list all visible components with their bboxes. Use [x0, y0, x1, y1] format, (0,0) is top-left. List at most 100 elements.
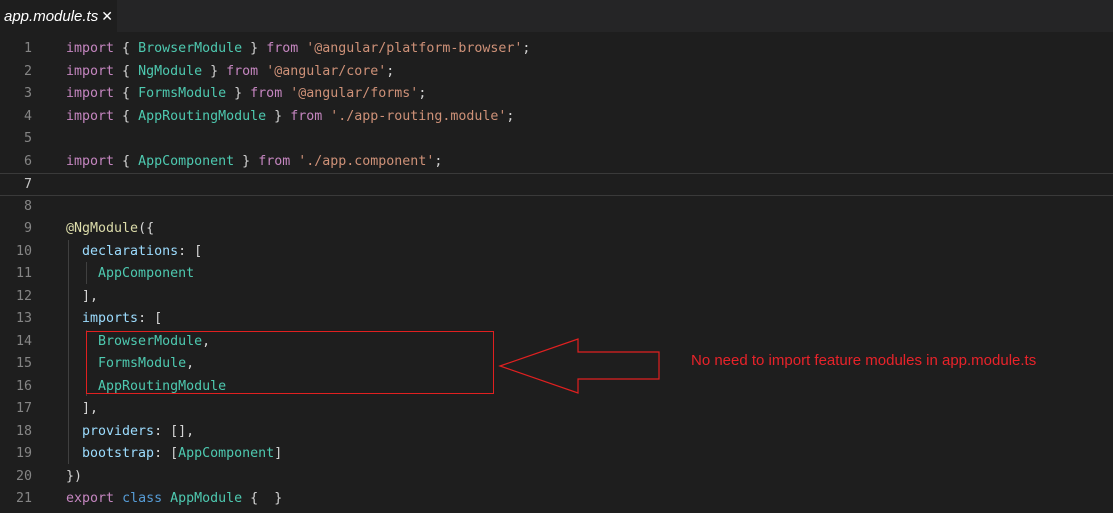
line-number: 6	[23, 153, 32, 169]
code-token: ],	[66, 401, 99, 416]
code-text: import { NgModule } from '@angular/core'…	[66, 61, 394, 84]
line-number: 21	[15, 491, 32, 506]
code-token: ;	[506, 108, 515, 124]
code-token: './app-routing.module'	[330, 108, 507, 124]
code-token: {	[114, 108, 139, 124]
code-token: from	[266, 41, 299, 56]
code-text: ],	[66, 286, 98, 309]
code-line[interactable]: 18 providers: [],	[0, 421, 1113, 444]
code-token: ]	[274, 446, 283, 461]
code-token: NgModule	[138, 63, 203, 79]
code-text: ],	[66, 398, 98, 421]
code-token: AppComponent	[138, 153, 235, 169]
code-token: from	[258, 153, 291, 169]
code-editor[interactable]: 1 import { BrowserModule } from '@angular…	[0, 38, 1113, 513]
code-token: import	[66, 108, 115, 124]
line-number: 11	[15, 266, 32, 281]
code-token: from	[250, 86, 283, 101]
code-text: })	[66, 466, 82, 489]
code-line[interactable]: 19 bootstrap: [AppComponent]	[0, 443, 1113, 466]
code-token: ;	[434, 153, 443, 169]
code-line[interactable]: 17 ],	[0, 398, 1113, 421]
line-number: 14	[15, 333, 32, 349]
tab-bar: app.module.ts ✕	[0, 0, 1113, 32]
code-token: AppComponent	[178, 446, 275, 461]
line-number: 4	[23, 108, 32, 124]
code-token: import	[66, 153, 115, 169]
code-token: export	[66, 491, 115, 506]
line-number: 18	[15, 423, 32, 439]
line-number: 9	[23, 221, 32, 236]
line-number: 5	[23, 131, 32, 146]
code-text: AppComponent	[66, 263, 194, 286]
code-line[interactable]: 9 @NgModule({	[0, 218, 1113, 241]
code-text: export class AppModule { }	[66, 488, 282, 511]
code-token: class	[122, 491, 163, 506]
code-text: import { AppRoutingModule } from './app-…	[66, 106, 514, 129]
code-line[interactable]: 21 export class AppModule { }	[0, 488, 1113, 511]
line-number: 1	[23, 41, 32, 56]
code-line[interactable]: 5	[0, 128, 1113, 151]
code-text: declarations: [	[66, 241, 202, 264]
code-token: {	[114, 63, 139, 79]
code-line[interactable]: 6 import { AppComponent } from './app.com…	[0, 151, 1113, 174]
code-token: { }	[242, 491, 283, 506]
code-line[interactable]: 11 AppComponent	[0, 263, 1113, 286]
code-text: import { BrowserModule } from '@angular/…	[66, 38, 530, 61]
code-token: '@angular/core'	[266, 63, 387, 79]
code-line[interactable]: 20})	[0, 466, 1113, 489]
code-token: }	[242, 41, 267, 56]
code-token: })	[66, 468, 83, 484]
code-line[interactable]: 10 declarations: [	[0, 241, 1113, 264]
code-token: ;	[522, 41, 531, 56]
line-number: 15	[15, 356, 32, 371]
code-line[interactable]: 7	[0, 173, 1113, 196]
code-line[interactable]: 1 import { BrowserModule } from '@angular…	[0, 38, 1113, 61]
close-icon[interactable]: ✕	[101, 8, 113, 25]
code-token: providers	[82, 423, 155, 439]
code-token: ;	[418, 86, 427, 101]
code-line[interactable]: 12 ],	[0, 286, 1113, 309]
tab-app-module[interactable]: app.module.ts ✕	[0, 0, 117, 32]
code-token: './app.component'	[298, 153, 435, 169]
code-token: FormsModule	[138, 86, 227, 101]
code-text: import { AppComponent } from './app.comp…	[66, 151, 442, 174]
line-number: 7	[23, 177, 32, 192]
code-text: @NgModule({	[66, 218, 154, 241]
code-line[interactable]: 8	[0, 196, 1113, 219]
annotation-note: No need to import feature modules in app…	[691, 352, 1037, 369]
code-token: '@angular/forms'	[290, 86, 419, 101]
line-number: 16	[15, 378, 32, 394]
code-token: AppRoutingModule	[138, 108, 267, 124]
code-line[interactable]: 4 import { AppRoutingModule } from './app…	[0, 106, 1113, 129]
code-token: AppModule	[170, 491, 243, 506]
line-number: 13	[15, 311, 32, 326]
code-token: import	[66, 41, 115, 56]
code-line[interactable]: 13 imports: [	[0, 308, 1113, 331]
code-token: {	[114, 86, 139, 101]
code-line[interactable]: 2 import { NgModule } from '@angular/core…	[0, 61, 1113, 84]
tab-title: app.module.ts	[4, 7, 99, 25]
code-token: }	[266, 108, 291, 124]
code-text: bootstrap: [AppComponent]	[66, 443, 282, 466]
code-token: {	[114, 153, 139, 169]
code-line[interactable]: 3 import { FormsModule } from '@angular/f…	[0, 83, 1113, 106]
code-token: }	[234, 153, 259, 169]
code-token: {	[114, 41, 139, 56]
code-token: '@angular/platform-browser'	[306, 41, 523, 56]
code-token: : [	[138, 311, 163, 326]
line-number: 3	[23, 86, 32, 101]
code-text: providers: [],	[66, 421, 194, 444]
code-token: import	[66, 63, 115, 79]
code-token: declarations	[82, 243, 179, 259]
line-number: 2	[23, 63, 32, 79]
code-token: bootstrap	[82, 446, 155, 461]
code-token: AppComponent	[98, 266, 195, 281]
imports-highlight-box	[86, 331, 494, 394]
code-token: : [	[154, 446, 179, 461]
